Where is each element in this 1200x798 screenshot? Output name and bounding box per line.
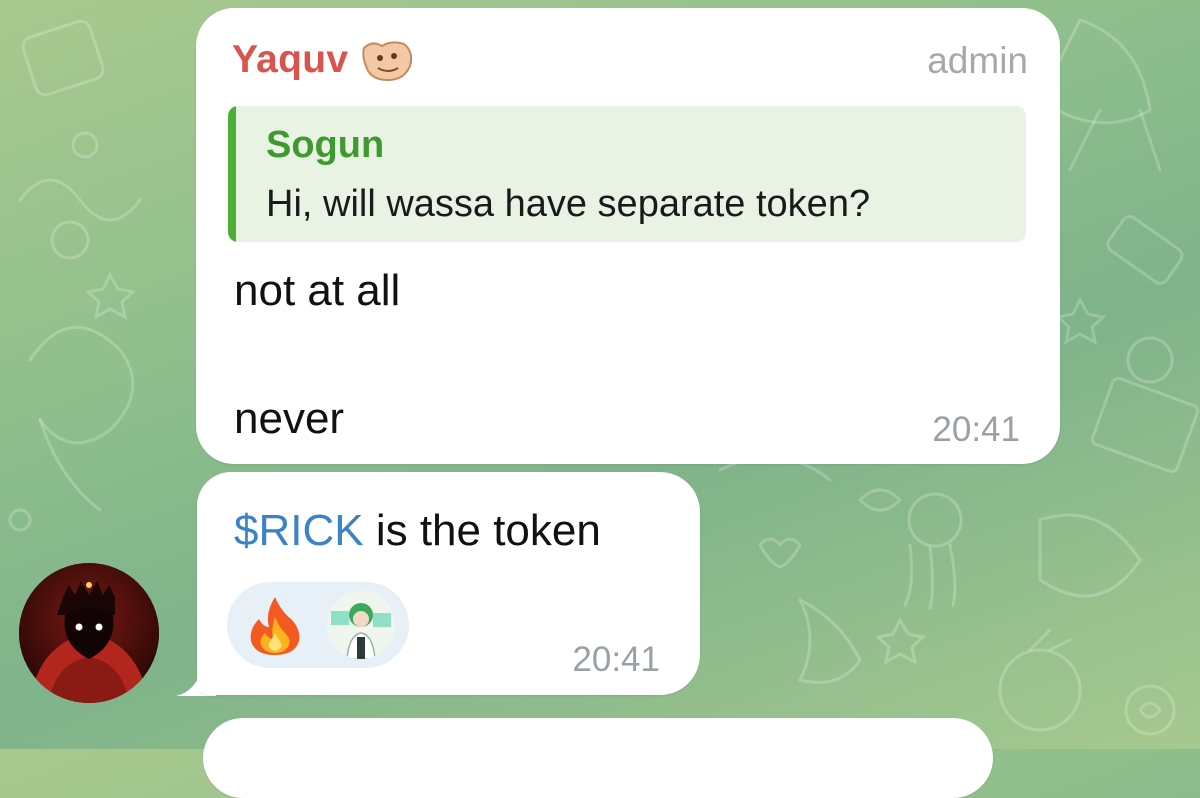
reply-quote[interactable]: Sogun Hi, will wassa have separate token… bbox=[228, 106, 1026, 242]
message-bubble-2[interactable]: $RICK is the token 20:41 bbox=[197, 472, 700, 695]
sender-avatar[interactable] bbox=[19, 563, 159, 703]
message-timestamp: 20:41 bbox=[932, 410, 1020, 449]
message-bubble-3[interactable] bbox=[203, 718, 993, 798]
fire-icon bbox=[250, 597, 300, 655]
message-bubble-1[interactable]: Yaquv admin Sogun Hi, will wassa have se… bbox=[196, 8, 1060, 464]
message-text-line: not at all bbox=[234, 266, 401, 315]
reply-text: Hi, will wassa have separate token? bbox=[266, 183, 871, 225]
sender-name[interactable]: Yaquv bbox=[232, 38, 348, 82]
reply-accent-bar bbox=[228, 106, 236, 242]
reply-author: Sogun bbox=[266, 124, 385, 166]
reaction-chip[interactable] bbox=[227, 582, 409, 668]
message-text-line: never bbox=[234, 394, 345, 443]
reactor-avatar bbox=[327, 591, 395, 659]
custom-emoji-icon bbox=[362, 41, 413, 82]
message-timestamp: 20:41 bbox=[572, 640, 660, 679]
message-text-rest: is the token bbox=[363, 506, 601, 555]
hooded-figure-icon bbox=[19, 563, 159, 703]
message-text: $RICK is the token bbox=[234, 506, 601, 556]
sender-row: Yaquv bbox=[232, 38, 416, 82]
admin-badge: admin bbox=[927, 40, 1028, 81]
cashtag-link[interactable]: $RICK bbox=[234, 506, 364, 555]
